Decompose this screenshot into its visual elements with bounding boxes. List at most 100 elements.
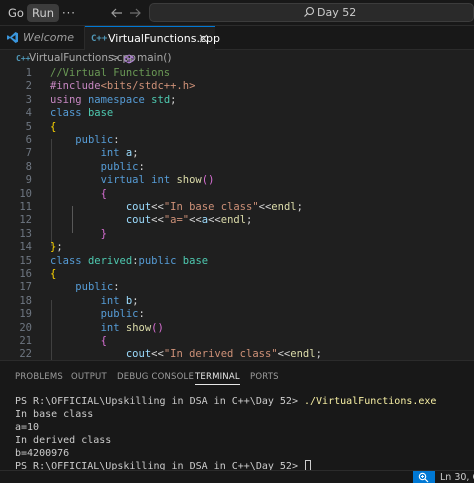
back-arrow-icon[interactable] bbox=[110, 6, 124, 20]
code-line[interactable]: 6 public: bbox=[0, 134, 474, 147]
line-number: 16 bbox=[19, 268, 32, 280]
menu-go[interactable]: Go bbox=[3, 4, 29, 22]
tab-virtualfunctions[interactable]: C++ VirtualFunctions.cpp bbox=[85, 26, 220, 50]
code-token: { bbox=[50, 120, 57, 133]
code-line[interactable]: 21 { bbox=[0, 335, 474, 348]
code-token: { bbox=[100, 187, 107, 200]
terminal-output: In derived class bbox=[15, 435, 112, 446]
menu-run[interactable]: Run bbox=[27, 4, 60, 22]
code-line[interactable]: 5{ bbox=[0, 121, 474, 134]
code-line[interactable]: 20 int show() bbox=[0, 322, 474, 335]
terminal-prompt: PS R:\OFFICIAL\Upskilling in DSA in C++\… bbox=[15, 396, 304, 407]
code-line[interactable]: 4 class base bbox=[0, 107, 474, 120]
code-line[interactable]: 7 int a; bbox=[0, 147, 474, 160]
code-token: << bbox=[189, 214, 202, 227]
panel-tab-debug-console[interactable]: DEBUG CONSOLE bbox=[117, 370, 194, 384]
code-line[interactable]: 3 using namespace std; bbox=[0, 94, 474, 107]
code-token: ; bbox=[132, 294, 139, 307]
search-icon bbox=[304, 6, 315, 17]
code-line[interactable]: 19 public: bbox=[0, 308, 474, 321]
terminal-output: b=4200976 bbox=[15, 448, 70, 459]
tab-welcome[interactable]: Welcome bbox=[0, 26, 85, 50]
code-line[interactable]: 13 } bbox=[0, 228, 474, 241]
code-line[interactable]: 15 class derived:public base bbox=[0, 255, 474, 268]
code-token: << bbox=[151, 214, 164, 227]
code-line[interactable]: 2 #include<bits/stdc++.h> bbox=[0, 80, 474, 93]
code-text: { bbox=[50, 335, 107, 348]
line-number: 8 bbox=[25, 160, 32, 173]
code-text: int show() bbox=[50, 322, 164, 335]
terminal-output: a=10 bbox=[15, 422, 40, 433]
code-line[interactable]: 9 virtual int show() bbox=[0, 174, 474, 187]
code-token: namespace bbox=[87, 93, 145, 106]
line-number: 1 bbox=[25, 67, 32, 79]
code-line[interactable]: 12 cout<<"a="<<a<<endl; bbox=[0, 214, 474, 227]
code-token: : bbox=[138, 308, 145, 321]
code-line[interactable]: 10 { bbox=[0, 188, 474, 201]
code-token: { bbox=[50, 268, 57, 280]
code-line[interactable]: 17 public: bbox=[0, 281, 474, 294]
zoom-button[interactable] bbox=[413, 471, 435, 483]
close-icon[interactable] bbox=[198, 33, 209, 44]
line-number: 4 bbox=[25, 107, 32, 120]
panel-tab-problems[interactable]: PROBLEMS bbox=[15, 370, 63, 384]
code-line[interactable]: 1 //Virtual Functions bbox=[0, 67, 474, 80]
line-number: 9 bbox=[25, 174, 32, 187]
panel-tab-ports[interactable]: PORTS bbox=[250, 370, 279, 384]
code-line[interactable]: 22 cout<<"In derived class"<<endl; bbox=[0, 348, 474, 360]
code-text: int a; bbox=[50, 147, 139, 160]
code-text: public: bbox=[50, 134, 120, 147]
line-number: 14 bbox=[19, 241, 32, 254]
code-token: int bbox=[151, 174, 171, 187]
code-line[interactable]: 14}; bbox=[0, 241, 474, 254]
code-text: virtual int show() bbox=[50, 174, 215, 187]
code-token: : bbox=[113, 134, 120, 146]
code-token: { bbox=[100, 335, 107, 347]
line-number: 2 bbox=[25, 80, 32, 93]
code-editor[interactable]: 1 //Virtual Functions 2 #include<bits/stdc+… bbox=[0, 65, 474, 360]
tab-welcome-label: Welcome bbox=[23, 31, 74, 44]
line-number: 15 bbox=[19, 254, 32, 267]
code-token: base bbox=[87, 107, 114, 120]
code-token: public bbox=[75, 281, 114, 294]
line-number: 19 bbox=[19, 308, 32, 321]
code-token: << bbox=[151, 348, 164, 360]
code-token: << bbox=[208, 214, 221, 227]
line-number: 18 bbox=[19, 294, 32, 307]
command-center-search[interactable]: Day 52 bbox=[149, 3, 474, 22]
code-token: <bits/stdc++.h> bbox=[100, 80, 196, 93]
code-token: int bbox=[100, 294, 120, 307]
code-token: ; bbox=[296, 201, 303, 213]
cpp-file-icon: C++ bbox=[91, 34, 108, 44]
vscode-icon bbox=[7, 32, 18, 43]
code-line[interactable]: 11 cout<<"In base class"<<endl; bbox=[0, 201, 474, 214]
forward-arrow-icon[interactable] bbox=[128, 6, 142, 20]
line-number: 6 bbox=[25, 134, 32, 146]
panel-tab-output[interactable]: OUTPUT bbox=[71, 370, 107, 384]
menu-more-icon[interactable]: ··· bbox=[57, 4, 81, 22]
code-line[interactable]: 8 public: bbox=[0, 161, 474, 174]
code-text: class base bbox=[50, 107, 113, 120]
code-line[interactable]: 18 int b; bbox=[0, 295, 474, 308]
terminal-line: PS R:\OFFICIAL\Upskilling in DSA in C++\… bbox=[15, 395, 436, 408]
code-token: << bbox=[258, 201, 272, 213]
code-text: { bbox=[50, 188, 107, 201]
panel-tab-terminal[interactable]: TERMINAL bbox=[195, 370, 240, 385]
line-number: 13 bbox=[19, 227, 32, 240]
code-text: int b; bbox=[50, 295, 139, 308]
code-line[interactable]: 16 { bbox=[0, 268, 474, 281]
line-number: 5 bbox=[25, 120, 32, 133]
code-token: ; bbox=[56, 241, 63, 254]
code-token: endl bbox=[290, 348, 316, 360]
code-token: ; bbox=[246, 214, 253, 227]
code-text: cout<<"In derived class"<<endl; bbox=[50, 348, 322, 360]
code-token: //Virtual Functions bbox=[50, 67, 171, 79]
cursor-position[interactable]: Ln 30, Col bbox=[440, 471, 474, 483]
code-token: "a=" bbox=[163, 214, 190, 227]
